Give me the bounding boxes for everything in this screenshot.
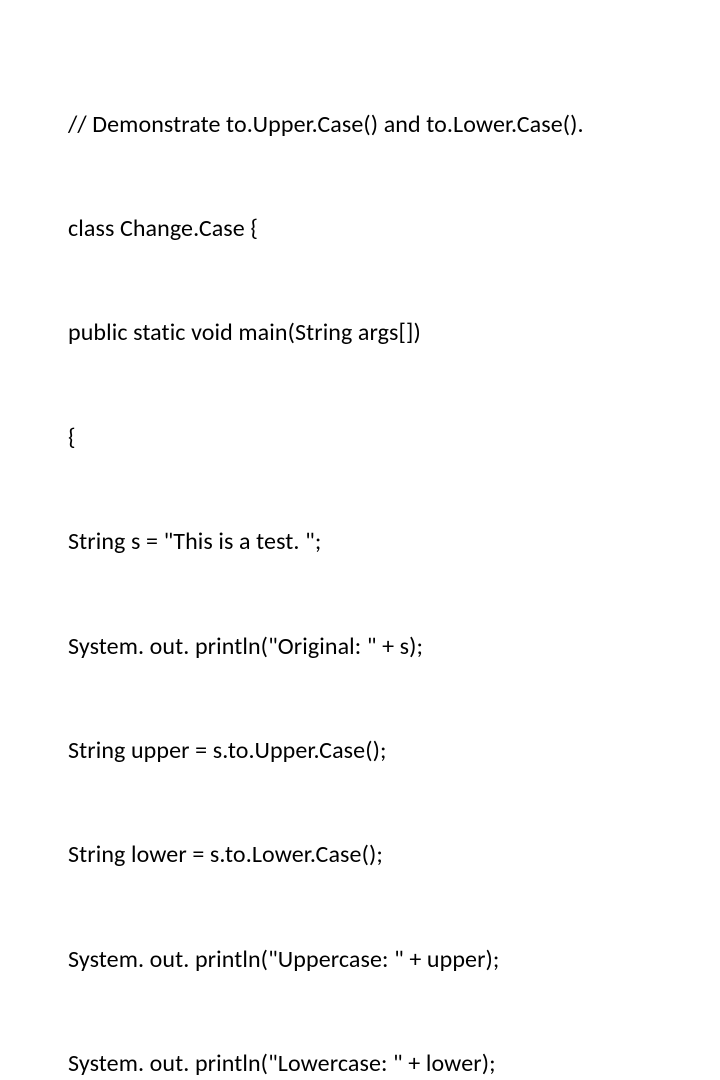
- code-line: System. out. println("Lowercase: " + low…: [68, 1047, 660, 1080]
- code-line: System. out. println("Original: " + s);: [68, 630, 660, 665]
- code-line: public static void main(String args[]): [68, 316, 660, 351]
- code-line: {: [68, 421, 660, 456]
- code-line: // Demonstrate to.Upper.Case() and to.Lo…: [68, 108, 660, 143]
- code-line: String s = "This is a test. ";: [68, 525, 660, 560]
- code-line: class Change.Case {: [68, 212, 660, 247]
- code-line: System. out. println("Uppercase: " + upp…: [68, 943, 660, 978]
- code-line: String upper = s.to.Upper.Case();: [68, 734, 660, 769]
- slide: // Demonstrate to.Upper.Case() and to.Lo…: [0, 0, 720, 540]
- code-line: String lower = s.to.Lower.Case();: [68, 838, 660, 873]
- code-block: // Demonstrate to.Upper.Case() and to.Lo…: [68, 38, 660, 1080]
